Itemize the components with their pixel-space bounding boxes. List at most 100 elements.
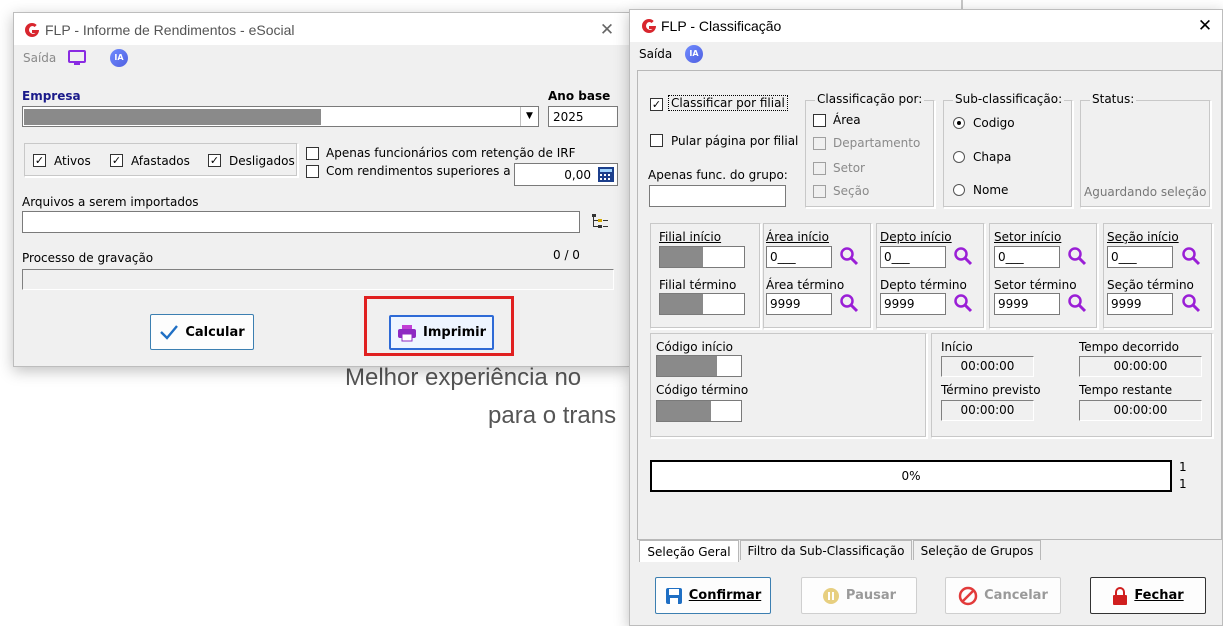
tempo-restante-field: 00:00:00 xyxy=(1079,400,1202,421)
calculator-icon[interactable] xyxy=(597,166,615,183)
area-termino-label: Área término xyxy=(766,278,845,292)
setor-termino-search-icon[interactable] xyxy=(1067,293,1087,313)
setor-label: Setor xyxy=(833,161,865,175)
ativos-label: Ativos xyxy=(54,154,91,168)
classificar-filial-checkbox[interactable]: ✓ xyxy=(650,98,663,111)
apenas-func-input[interactable] xyxy=(649,185,786,207)
pular-pagina-checkbox[interactable] xyxy=(650,134,663,147)
area-checkbox[interactable] xyxy=(813,114,826,127)
sub-classificacao-title: Sub-classificação: xyxy=(953,92,1065,106)
codigo-inicio-input[interactable] xyxy=(656,355,742,377)
depto-inicio-input[interactable]: 0___ xyxy=(880,246,946,268)
depto-inicio-value: 0___ xyxy=(884,250,910,264)
tempo-restante-label: Tempo restante xyxy=(1079,383,1173,397)
ativos-checkbox[interactable]: ✓ xyxy=(33,154,46,167)
close-button[interactable]: ✕ xyxy=(597,22,617,39)
filial-inicio-label: Filial início xyxy=(659,230,722,244)
area-inicio-search-icon[interactable] xyxy=(839,246,859,266)
imprimir-button[interactable]: Imprimir xyxy=(389,315,494,350)
progress-bar: 0% xyxy=(650,460,1172,492)
cancelar-label: Cancelar xyxy=(984,588,1048,603)
tempo-restante-value: 00:00:00 xyxy=(1113,403,1168,417)
monitor-icon[interactable] xyxy=(67,49,87,67)
secao-inicio-search-icon[interactable] xyxy=(1181,246,1201,266)
codigo-termino-label: Código término xyxy=(656,383,749,397)
codigo-radio[interactable] xyxy=(953,117,965,129)
classificacao-por-title: Classificação por: xyxy=(815,92,925,106)
secao-termino-search-icon[interactable] xyxy=(1181,293,1201,313)
confirmar-label: Confirmar xyxy=(688,588,762,603)
tab-selecao-geral[interactable]: Seleção Geral xyxy=(639,540,739,562)
menu-saida[interactable]: Saída xyxy=(639,47,672,61)
ano-base-value: 2025 xyxy=(553,110,584,124)
secao-termino-input[interactable]: 9999 xyxy=(1107,293,1173,315)
window-title: FLP - Informe de Rendimentos - eSocial xyxy=(45,22,295,38)
valor-input[interactable]: 0,00 xyxy=(514,163,618,186)
departamento-label: Departamento xyxy=(833,136,921,150)
arquivos-input[interactable] xyxy=(22,211,580,233)
tab-selecao-grupos[interactable]: Seleção de Grupos xyxy=(913,540,1041,560)
cancelar-button[interactable]: Cancelar xyxy=(945,577,1061,614)
status-title: Status: xyxy=(1090,92,1137,106)
setor-inicio-search-icon[interactable] xyxy=(1067,246,1087,266)
classificar-filial-label: Classificar por filial xyxy=(668,95,788,111)
retencao-checkbox[interactable] xyxy=(306,147,319,160)
filial-inicio-redacted xyxy=(660,247,703,267)
depto-inicio-label: Depto início xyxy=(880,230,952,244)
setor-termino-input[interactable]: 9999 xyxy=(994,293,1060,315)
secao-checkbox[interactable] xyxy=(813,185,826,198)
area-termino-search-icon[interactable] xyxy=(839,293,859,313)
termino-previsto-value: 00:00:00 xyxy=(960,403,1015,417)
inicio-field: 00:00:00 xyxy=(941,356,1034,377)
codigo-termino-input[interactable] xyxy=(656,400,742,422)
setor-inicio-input[interactable]: 0___ xyxy=(994,246,1060,268)
background-text-line1: Melhor experiência no xyxy=(345,364,582,391)
file-tree-icon[interactable] xyxy=(590,213,610,231)
depto-termino-input[interactable]: 9999 xyxy=(880,293,946,315)
classificacao-window: FLP - Classificação ✕ Saída IA ✓ Classif… xyxy=(629,9,1223,626)
chevron-down-icon[interactable]: ▼ xyxy=(520,107,538,126)
afastados-checkbox[interactable]: ✓ xyxy=(110,154,123,167)
codigo-label: Codigo xyxy=(973,116,1015,130)
save-icon xyxy=(665,587,682,604)
nome-radio[interactable] xyxy=(953,184,965,196)
filial-termino-label: Filial término xyxy=(659,278,737,292)
setor-inicio-label: Setor início xyxy=(994,230,1062,244)
filial-termino-input[interactable] xyxy=(659,293,745,315)
printer-icon xyxy=(398,324,417,341)
close-button[interactable]: ✕ xyxy=(1195,18,1215,35)
ano-base-input[interactable]: 2025 xyxy=(548,106,618,127)
area-inicio-input[interactable]: 0___ xyxy=(766,246,832,268)
secao-inicio-input[interactable]: 0___ xyxy=(1107,246,1173,268)
ia-icon[interactable]: IA xyxy=(685,45,703,63)
chapa-radio[interactable] xyxy=(953,151,965,163)
pausar-button[interactable]: Pausar xyxy=(801,577,917,614)
desligados-checkbox[interactable]: ✓ xyxy=(208,154,221,167)
calcular-button[interactable]: Calcular xyxy=(150,314,254,350)
area-inicio-value: 0___ xyxy=(770,250,796,264)
rendimentos-checkbox[interactable] xyxy=(306,165,319,178)
app-logo-icon xyxy=(642,19,656,33)
tempo-decorrido-field: 00:00:00 xyxy=(1079,356,1202,377)
status-value: Aguardando seleção xyxy=(1084,185,1207,199)
afastados-label: Afastados xyxy=(131,154,190,168)
departamento-checkbox[interactable] xyxy=(813,137,826,150)
pular-pagina-label: Pular página por filial xyxy=(671,134,799,148)
depto-termino-search-icon[interactable] xyxy=(953,293,973,313)
tab-filtro-sub-classificacao[interactable]: Filtro da Sub-Classificação xyxy=(740,540,912,560)
fechar-button[interactable]: Fechar xyxy=(1090,577,1206,614)
filial-inicio-input[interactable] xyxy=(659,246,745,268)
termino-previsto-field: 00:00:00 xyxy=(941,400,1034,421)
menu-saida[interactable]: Saída xyxy=(23,51,56,65)
valor-value: 0,00 xyxy=(564,168,591,182)
confirmar-button[interactable]: Confirmar xyxy=(655,577,771,614)
empresa-select[interactable]: ▼ xyxy=(22,106,539,127)
nome-label: Nome xyxy=(973,183,1009,197)
ia-icon[interactable]: IA xyxy=(110,49,128,67)
setor-checkbox[interactable] xyxy=(813,162,826,175)
area-termino-input[interactable]: 9999 xyxy=(766,293,832,315)
check-icon xyxy=(160,325,179,340)
calcular-label: Calcular xyxy=(185,324,245,340)
codigo-inicio-label: Código início xyxy=(656,340,733,354)
depto-inicio-search-icon[interactable] xyxy=(953,246,973,266)
